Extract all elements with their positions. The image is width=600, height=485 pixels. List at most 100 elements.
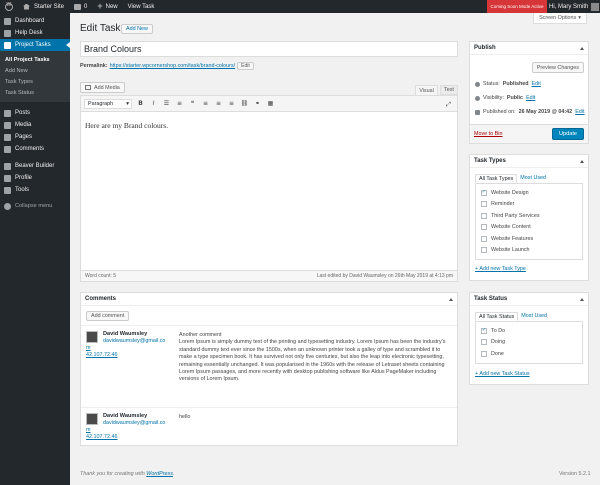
wordpress-link[interactable]: WordPress xyxy=(146,471,173,477)
checkbox[interactable] xyxy=(481,247,487,254)
add-new-task-type-link[interactable]: + Add new Task Type xyxy=(475,266,526,272)
comment-bubble-icon xyxy=(74,3,82,10)
permalink-url[interactable]: https://starter.wpcornershop.com/task/br… xyxy=(110,63,236,69)
chevron-up-icon[interactable] xyxy=(449,297,453,301)
checkbox[interactable] xyxy=(481,224,487,231)
chevron-up-icon[interactable] xyxy=(580,159,584,163)
tab-all-task-status[interactable]: All Task Status xyxy=(475,312,519,321)
add-comment-button[interactable]: Add comment xyxy=(86,311,130,321)
account-menu[interactable]: Hi, Mary Smith xyxy=(549,0,600,13)
toolbar-toggle-icon[interactable]: ▦ xyxy=(266,99,275,108)
add-media-button[interactable]: Add Media xyxy=(80,82,125,93)
site-name: Starter Site xyxy=(34,3,65,10)
list-item[interactable]: Reminder xyxy=(476,199,582,211)
list-item[interactable]: Done xyxy=(476,348,582,360)
coming-soon-badge[interactable]: Coming Soon Mode Active xyxy=(487,0,547,13)
task-status-header[interactable]: Task Status xyxy=(470,293,588,306)
published-edit-link[interactable]: Edit xyxy=(575,109,584,115)
italic-icon[interactable]: I xyxy=(149,99,158,108)
comment-avatar xyxy=(86,331,98,343)
list-item[interactable]: Website Content xyxy=(476,222,582,234)
submenu-task-status[interactable]: Task Status xyxy=(0,87,70,98)
comment-text: hello xyxy=(179,414,191,420)
chevron-up-icon[interactable] xyxy=(580,297,584,301)
chevron-up-icon[interactable] xyxy=(580,46,584,50)
eye-icon xyxy=(475,95,480,101)
checkbox[interactable] xyxy=(481,339,487,346)
sidebar-item-media[interactable]: Media xyxy=(0,119,70,131)
version-label: Version 5.2.1 xyxy=(559,471,591,477)
editor-content[interactable]: Here are my Brand colours. xyxy=(81,112,457,139)
align-left-icon[interactable]: ≡ xyxy=(201,99,210,108)
collapse-menu-button[interactable]: Collapse menu xyxy=(0,200,70,212)
wp-logo-menu[interactable] xyxy=(0,0,18,13)
comment-email-tail[interactable]: m xyxy=(86,427,91,433)
add-new-task-status-link[interactable]: + Add new Task Status xyxy=(475,371,530,377)
comment-ip[interactable]: 42.107.72.46 xyxy=(86,434,117,440)
sidebar-item-help-desk[interactable]: Help Desk xyxy=(0,27,70,39)
post-title-input[interactable] xyxy=(80,41,458,57)
add-new-button[interactable]: Add New xyxy=(121,24,153,34)
align-center-icon[interactable]: ≡ xyxy=(214,99,223,108)
checkbox-checked[interactable]: ✓ xyxy=(481,327,487,334)
publish-header[interactable]: Publish xyxy=(470,42,588,55)
visibility-edit-link[interactable]: Edit xyxy=(526,95,535,101)
sidebar-item-dashboard[interactable]: Dashboard xyxy=(0,15,70,27)
list-item[interactable]: Doing xyxy=(476,337,582,349)
numbered-list-icon[interactable]: ≡ xyxy=(175,99,184,108)
tab-most-used[interactable]: Most Used xyxy=(518,312,550,321)
new-content-menu[interactable]: + New xyxy=(92,0,122,13)
checkbox-checked[interactable]: ✓ xyxy=(481,189,487,196)
submenu-all-project-tasks[interactable]: All Project Tasks xyxy=(0,54,70,65)
comments-link[interactable]: 0 xyxy=(69,0,92,13)
submenu-add-new[interactable]: Add New xyxy=(0,65,70,76)
align-right-icon[interactable]: ≡ xyxy=(227,99,236,108)
tab-text[interactable]: Text xyxy=(440,85,458,95)
list-item[interactable]: ✓ Website Design xyxy=(476,187,582,199)
comment-email[interactable]: davidwaumsley@gmail.co xyxy=(103,420,165,426)
comment-email[interactable]: davidwaumsley@gmail.co xyxy=(103,338,165,344)
tab-most-used[interactable]: Most Used xyxy=(517,174,549,183)
sidebar-item-posts[interactable]: Posts xyxy=(0,107,70,119)
checkbox[interactable] xyxy=(481,235,487,242)
fullscreen-icon[interactable]: ⤢ xyxy=(444,100,453,109)
comments-header[interactable]: Comments xyxy=(81,293,457,306)
comment-ip[interactable]: 42.107.72.46 xyxy=(86,352,117,358)
permalink-edit-button[interactable]: Edit xyxy=(237,62,254,70)
submenu-task-types[interactable]: Task Types xyxy=(0,76,70,87)
format-select[interactable]: Paragraph ▾ xyxy=(84,98,132,109)
task-types-header[interactable]: Task Types xyxy=(470,155,588,168)
view-task-link[interactable]: View Task xyxy=(123,0,160,13)
sidebar-item-comments[interactable]: Comments xyxy=(0,143,70,155)
comment-email-tail[interactable]: m xyxy=(86,345,91,351)
move-to-bin-link[interactable]: Move to Bin xyxy=(474,131,502,137)
bullet-list-icon[interactable]: ☰ xyxy=(162,99,171,108)
preview-changes-button[interactable]: Preview Changes xyxy=(531,62,584,73)
editor-toolbar: Paragraph ▾ B I ☰ ≡ ❝ ≡ ≡ ≡ ⛓ ⚭ ▦ ⤢ xyxy=(81,96,457,112)
pin-icon xyxy=(4,109,11,117)
sidebar-item-profile[interactable]: Profile xyxy=(0,172,70,184)
sidebar-item-tools[interactable]: Tools xyxy=(0,184,70,196)
blockquote-icon[interactable]: ❝ xyxy=(188,99,197,108)
link-icon[interactable]: ⛓ xyxy=(240,99,249,108)
update-button[interactable]: Update xyxy=(551,128,584,140)
checkbox[interactable] xyxy=(481,212,487,219)
site-name-link[interactable]: Starter Site xyxy=(18,0,69,13)
sidebar-item-pages[interactable]: Pages xyxy=(0,131,70,143)
list-item[interactable]: ✓ To Do xyxy=(476,325,582,337)
publish-box: Publish Preview Changes Status: Publishe… xyxy=(469,41,589,144)
list-item[interactable]: Website Features xyxy=(476,233,582,245)
bold-icon[interactable]: B xyxy=(136,99,145,108)
sidebar-item-beaver-builder[interactable]: Beaver Builder xyxy=(0,160,70,172)
tab-visual[interactable]: Visual xyxy=(415,85,438,95)
list-item[interactable]: Third Party Services xyxy=(476,210,582,222)
screen-options-button[interactable]: Screen Options ▾ xyxy=(533,13,587,24)
checkbox-label: Doing xyxy=(491,339,506,346)
unlink-icon[interactable]: ⚭ xyxy=(253,99,262,108)
list-item[interactable]: Website Launch xyxy=(476,245,582,257)
sidebar-item-project-tasks[interactable]: Project Tasks xyxy=(0,39,70,51)
checkbox[interactable] xyxy=(481,201,487,208)
tab-all-task-types[interactable]: All Task Types xyxy=(475,174,518,183)
checkbox[interactable] xyxy=(481,350,487,357)
status-edit-link[interactable]: Edit xyxy=(532,81,541,87)
